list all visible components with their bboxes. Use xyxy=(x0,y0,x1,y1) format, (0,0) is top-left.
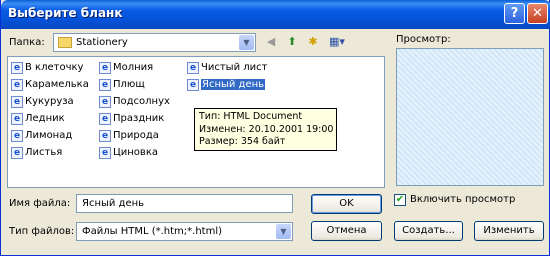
file-item[interactable]: e Чистый лист xyxy=(185,61,267,75)
ie-html-icon: e xyxy=(11,62,23,74)
file-item[interactable]: e Праздник xyxy=(97,112,164,126)
file-item[interactable]: eВ клеточку xyxy=(9,61,83,75)
file-item[interactable]: e Природа xyxy=(97,129,159,143)
preview-label: Просмотр: xyxy=(396,34,451,45)
file-item[interactable]: e Подсолнух xyxy=(97,95,170,109)
file-item[interactable]: e Лимонад xyxy=(9,129,72,143)
file-list[interactable]: eВ клеточку e Карамелька e Кукуруза e Ледни… xyxy=(7,56,385,188)
ie-html-icon: e xyxy=(99,147,111,159)
cancel-button[interactable]: Отмена xyxy=(311,221,382,241)
help-button[interactable]: ? xyxy=(504,3,525,24)
ie-html-icon: e xyxy=(11,79,23,91)
file-item[interactable]: e Ледник xyxy=(9,112,65,126)
create-button[interactable]: Создать... xyxy=(394,221,463,241)
file-item[interactable]: e Циновка xyxy=(97,146,158,160)
enable-preview-checkbox[interactable]: ✔ xyxy=(394,194,406,206)
file-item[interactable]: e Плющ xyxy=(97,78,145,92)
up-folder-icon[interactable]: ⬆ xyxy=(284,34,300,50)
folder-icon xyxy=(58,37,72,48)
filename-input[interactable]: Ясный день xyxy=(76,194,293,213)
ie-html-icon: e xyxy=(11,113,23,125)
filetype-select[interactable]: Файлы HTML (*.htm;*.html) ▼ xyxy=(76,222,293,241)
ie-html-icon: e xyxy=(11,130,23,142)
ie-html-icon: e xyxy=(99,79,111,91)
folder-combo[interactable]: Stationery ▼ xyxy=(53,33,256,52)
tooltip-modified: Изменен: 20.10.2001 19:00 xyxy=(199,123,334,135)
close-button[interactable]: ✕ xyxy=(527,3,548,24)
file-tooltip: Тип: HTML Document Изменен: 20.10.2001 1… xyxy=(194,108,337,151)
ie-html-icon: e xyxy=(11,147,23,159)
preview-pane xyxy=(396,48,544,186)
filetype-value: Файлы HTML (*.htm;*.html) xyxy=(82,226,223,237)
ie-html-icon: e xyxy=(99,113,111,125)
filetype-label: Тип файлов: xyxy=(9,226,75,237)
dialog-window: Выберите бланк ? ✕ Папка: Stationery ▼ ◀… xyxy=(0,0,550,256)
title-bar[interactable]: Выберите бланк ? ✕ xyxy=(1,0,550,29)
folder-value: Stationery xyxy=(76,37,128,48)
file-item[interactable]: e Карамелька xyxy=(9,78,89,92)
folder-label: Папка: xyxy=(9,37,45,48)
ok-button[interactable]: OK xyxy=(311,194,382,214)
back-icon[interactable]: ◀ xyxy=(263,34,279,50)
view-menu-icon[interactable]: ▦▾ xyxy=(326,34,348,50)
file-item-selected[interactable]: e Ясный день xyxy=(185,78,266,92)
ie-html-icon: e xyxy=(187,79,199,91)
file-item[interactable]: e Молния xyxy=(97,61,153,75)
filename-label: Имя файла: xyxy=(9,198,71,209)
tooltip-size: Размер: 354 байт xyxy=(199,136,286,147)
ie-html-icon: e xyxy=(99,96,111,108)
ie-html-icon: e xyxy=(11,96,23,108)
ie-html-icon: e xyxy=(99,130,111,142)
window-title: Выберите бланк xyxy=(8,6,123,20)
chevron-down-icon[interactable]: ▼ xyxy=(239,35,254,50)
chevron-down-icon[interactable]: ▼ xyxy=(276,224,291,239)
ie-html-icon: e xyxy=(99,62,111,74)
tooltip-type: Тип: HTML Document xyxy=(199,111,303,122)
ie-html-icon: e xyxy=(187,62,199,74)
new-folder-icon[interactable]: ✱ xyxy=(305,34,321,50)
file-item[interactable]: e Кукуруза xyxy=(9,95,74,109)
enable-preview-label: Включить просмотр xyxy=(410,194,516,205)
file-item[interactable]: e Листья xyxy=(9,146,62,160)
edit-button[interactable]: Изменить xyxy=(474,221,544,241)
